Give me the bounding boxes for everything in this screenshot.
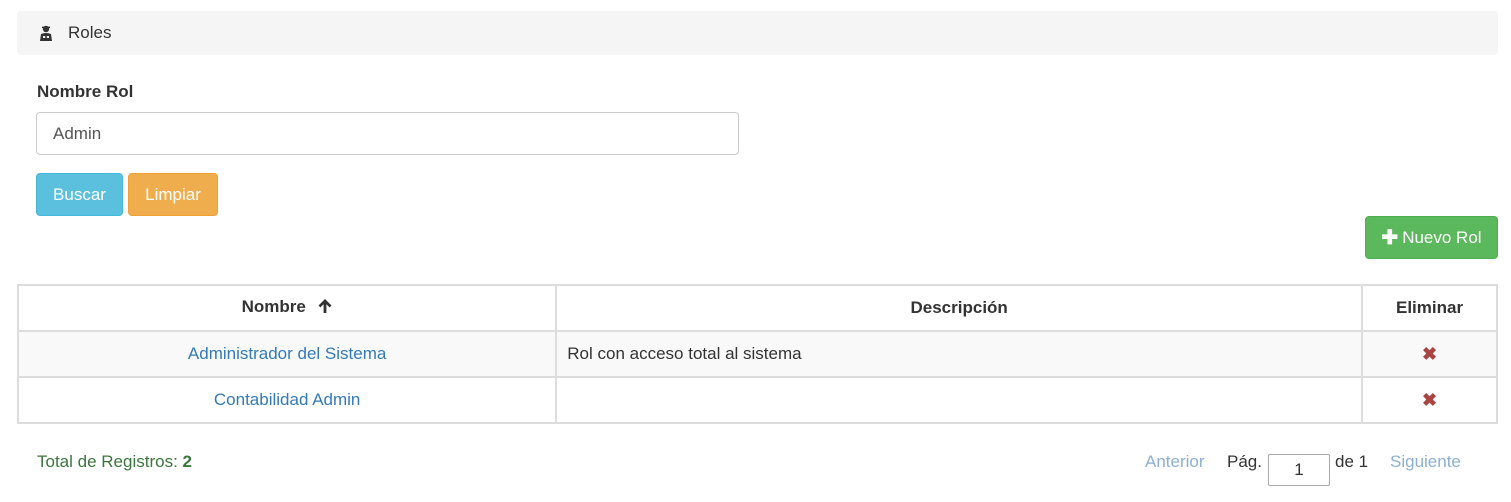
pagination-page-input[interactable] <box>1268 454 1330 486</box>
delete-cell: ✖ <box>1361 330 1498 378</box>
pagination-next-link[interactable]: Siguiente <box>1390 452 1461 472</box>
remove-icon[interactable]: ✖ <box>1422 390 1437 411</box>
table-row: Contabilidad Admin ✖ <box>16 376 1498 424</box>
role-name-input[interactable] <box>36 112 739 155</box>
column-header-name[interactable]: Nombre <box>16 284 558 332</box>
clear-button[interactable]: Limpiar <box>128 173 218 216</box>
breadcrumb: Roles <box>17 11 1498 55</box>
column-header-description: Descripción <box>555 284 1364 332</box>
user-secret-icon <box>38 24 54 42</box>
total-records: Total de Registros: 2 <box>37 452 192 472</box>
delete-cell: ✖ <box>1361 376 1498 424</box>
role-name-cell: Contabilidad Admin <box>16 376 558 424</box>
role-name-cell: Administrador del Sistema <box>16 330 558 378</box>
table-header-row: Nombre Descripción Eliminar <box>16 284 1498 332</box>
new-role-button[interactable]: ✚ Nuevo Rol <box>1365 216 1498 259</box>
search-button[interactable]: Buscar <box>36 173 123 216</box>
role-description-cell: Rol con acceso total al sistema <box>555 330 1364 378</box>
column-header-name-label: Nombre <box>241 297 306 317</box>
pagination-prev-link[interactable]: Anterior <box>1145 452 1205 472</box>
plus-icon: ✚ <box>1381 226 1399 249</box>
pagination-page-label: Pág. <box>1227 452 1262 471</box>
total-records-label: Total de Registros: <box>37 452 178 471</box>
role-name-link[interactable]: Contabilidad Admin <box>214 390 360 409</box>
role-name-link[interactable]: Administrador del Sistema <box>188 344 386 363</box>
table-row: Administrador del Sistema Rol con acceso… <box>16 330 1498 378</box>
total-records-count: 2 <box>182 452 192 471</box>
pagination-of-label: de 1 <box>1335 452 1369 471</box>
column-header-delete: Eliminar <box>1361 284 1498 332</box>
remove-icon[interactable]: ✖ <box>1422 344 1437 365</box>
roles-table: Nombre Descripción Eliminar Administrado… <box>16 284 1498 424</box>
new-role-button-label: Nuevo Rol <box>1402 227 1482 247</box>
role-name-label: Nombre Rol <box>37 82 134 101</box>
role-description-cell <box>555 376 1364 424</box>
arrow-up-icon <box>317 298 333 319</box>
page-title: Roles <box>68 23 112 42</box>
